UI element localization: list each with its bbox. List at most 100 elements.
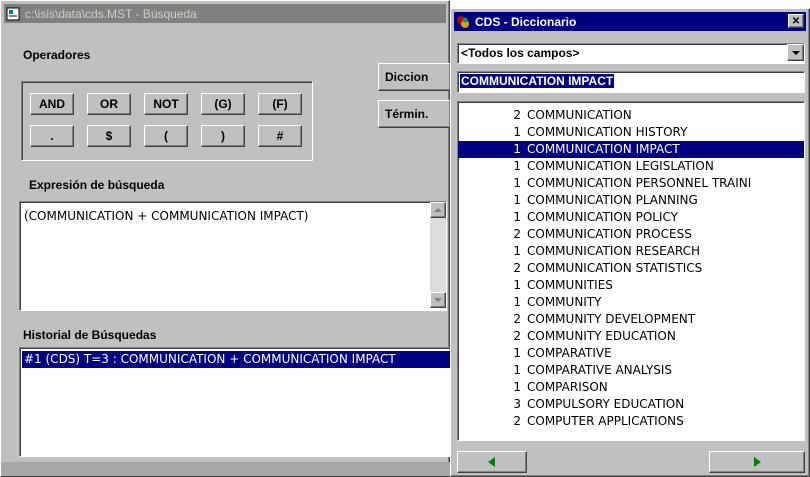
search-window: c:\isis\data\cds.MST - Búsqueda Operador… bbox=[0, 0, 451, 477]
term-text: COMMUNITIES bbox=[527, 278, 613, 292]
operator-and-button[interactable]: AND bbox=[30, 93, 74, 115]
dictionary-window-titlebar[interactable]: CDS - Diccionario ✕ bbox=[454, 12, 806, 31]
term-text: COMMUNICATION PROCESS bbox=[527, 227, 692, 241]
field-select-dropdown-button[interactable] bbox=[787, 44, 804, 61]
operator-close-paren-button[interactable]: ) bbox=[201, 125, 245, 147]
term-count: 1 bbox=[513, 244, 521, 258]
operators-group: AND OR NOT (G) (F) . $ ( ) # bbox=[21, 81, 313, 161]
expression-text: (COMMUNICATION + COMMUNICATION IMPACT) bbox=[24, 209, 309, 223]
close-button[interactable]: ✕ bbox=[788, 14, 804, 28]
terms-list[interactable]: 2 COMMUNICATION 1 COMMUNICATION HISTORY 1 COM… bbox=[457, 101, 805, 441]
term-row[interactable]: 2 COMMUNICATION PROCESS bbox=[458, 226, 804, 243]
term-count: 1 bbox=[513, 363, 521, 377]
term-row-selected[interactable]: 1 COMMUNICATION IMPACT bbox=[458, 141, 804, 158]
status-strip bbox=[1, 462, 451, 476]
search-window-titlebar[interactable]: c:\isis\data\cds.MST - Búsqueda bbox=[4, 4, 446, 23]
operator-dollar-button[interactable]: $ bbox=[87, 125, 131, 147]
history-label: Historial de Búsquedas bbox=[23, 328, 157, 342]
operator-hash-button[interactable]: # bbox=[258, 125, 302, 147]
term-row[interactable]: 1 COMPARATIVE ANALYSIS bbox=[458, 362, 804, 379]
history-item[interactable]: #1 (CDS) T=3 : COMMUNICATION + COMMUNICA… bbox=[22, 351, 450, 368]
arrow-left-icon bbox=[488, 457, 495, 467]
term-row[interactable]: 1 COMMUNITY bbox=[458, 294, 804, 311]
arrow-up-icon bbox=[434, 208, 442, 212]
term-row[interactable]: 1 COMMUNICATION HISTORY bbox=[458, 124, 804, 141]
term-row[interactable]: 2 COMMUNICATION STATISTICS bbox=[458, 260, 804, 277]
term-text: COMPARATIVE ANALYSIS bbox=[527, 363, 673, 377]
term-row[interactable]: 1 COMMUNICATION PLANNING bbox=[458, 192, 804, 209]
expression-field[interactable]: (COMMUNICATION + COMMUNICATION IMPACT) bbox=[19, 201, 447, 311]
field-select-value: <Todos los campos> bbox=[461, 46, 580, 60]
term-text: COMPARATIVE bbox=[527, 346, 612, 360]
expression-scrollbar[interactable] bbox=[430, 202, 446, 308]
term-count: 1 bbox=[513, 210, 521, 224]
term-row[interactable]: 2 COMMUNICATION bbox=[458, 107, 804, 124]
previous-button[interactable] bbox=[457, 451, 527, 473]
term-row[interactable]: 1 COMPARATIVE bbox=[458, 345, 804, 362]
term-row[interactable]: 2 COMMUNITY EDUCATION bbox=[458, 328, 804, 345]
term-text: COMPUTER APPLICATIONS bbox=[527, 414, 684, 428]
term-count: 1 bbox=[513, 346, 521, 360]
chevron-down-icon bbox=[791, 50, 800, 55]
term-row[interactable]: 1 COMMUNICATION LEGISLATION bbox=[458, 158, 804, 175]
search-window-title: c:\isis\data\cds.MST - Búsqueda bbox=[25, 6, 197, 21]
operator-not-button[interactable]: NOT bbox=[144, 93, 188, 115]
next-button[interactable] bbox=[709, 451, 805, 473]
term-count: 3 bbox=[513, 397, 521, 411]
term-row[interactable]: 1 COMMUNICATION POLICY bbox=[458, 209, 804, 226]
scroll-up-button[interactable] bbox=[430, 202, 446, 218]
term-row[interactable]: 2 COMMUNITY DEVELOPMENT bbox=[458, 311, 804, 328]
term-count: 1 bbox=[513, 380, 521, 394]
term-count: 2 bbox=[513, 227, 521, 241]
term-count: 2 bbox=[513, 312, 521, 326]
term-count: 2 bbox=[513, 329, 521, 343]
term-count: 1 bbox=[513, 142, 521, 156]
term-count: 1 bbox=[513, 193, 521, 207]
history-list[interactable]: #1 (CDS) T=3 : COMMUNICATION + COMMUNICA… bbox=[19, 347, 451, 457]
dictionary-window-title: CDS - Diccionario bbox=[475, 14, 577, 29]
document-icon bbox=[6, 7, 20, 20]
term-text: COMMUNICATION PERSONNEL TRAINI bbox=[527, 176, 752, 190]
expression-label: Expresión de búsqueda bbox=[29, 178, 165, 192]
scroll-down-button[interactable] bbox=[430, 292, 446, 308]
term-text: COMPARISON bbox=[527, 380, 608, 394]
term-text: COMMUNICATION bbox=[527, 108, 632, 122]
term-text: COMMUNICATION STATISTICS bbox=[527, 261, 703, 275]
term-text: COMMUNICATION IMPACT bbox=[527, 142, 680, 156]
terms-button[interactable]: Términ. bbox=[378, 100, 451, 128]
term-row[interactable]: 2 COMPUTER APPLICATIONS bbox=[458, 413, 804, 430]
term-text: COMMUNICATION LEGISLATION bbox=[527, 159, 714, 173]
term-text: COMPULSORY EDUCATION bbox=[527, 397, 685, 411]
arrow-right-icon bbox=[754, 457, 761, 467]
term-input-value: COMMUNICATION IMPACT bbox=[460, 74, 615, 88]
operator-f-button[interactable]: (F) bbox=[258, 93, 302, 115]
operators-label: Operadores bbox=[23, 48, 91, 62]
term-input[interactable]: COMMUNICATION IMPACT bbox=[457, 71, 805, 93]
operator-dot-button[interactable]: . bbox=[30, 125, 74, 147]
term-count: 2 bbox=[513, 414, 521, 428]
dictionary-window: CDS - Diccionario ✕ <Todos los campos> C… bbox=[450, 8, 810, 477]
term-count: 1 bbox=[513, 295, 521, 309]
term-text: COMMUNICATION RESEARCH bbox=[527, 244, 701, 258]
operator-open-paren-button[interactable]: ( bbox=[144, 125, 188, 147]
close-icon: ✕ bbox=[791, 15, 801, 27]
term-text: COMMUNICATION POLICY bbox=[527, 210, 678, 224]
term-row[interactable]: 3 COMPULSORY EDUCATION bbox=[458, 396, 804, 413]
operator-g-button[interactable]: (G) bbox=[201, 93, 245, 115]
term-count: 2 bbox=[513, 108, 521, 122]
term-count: 1 bbox=[513, 278, 521, 292]
dictionary-button[interactable]: Diccion bbox=[378, 63, 451, 91]
term-text: COMMUNITY DEVELOPMENT bbox=[527, 312, 696, 326]
term-row[interactable]: 1 COMMUNICATION PERSONNEL TRAINI bbox=[458, 175, 804, 192]
term-row[interactable]: 1 COMMUNICATION RESEARCH bbox=[458, 243, 804, 260]
field-select[interactable]: <Todos los campos> bbox=[457, 43, 805, 64]
term-count: 1 bbox=[513, 159, 521, 173]
term-text: COMMUNITY EDUCATION bbox=[527, 329, 676, 343]
term-text: COMMUNITY bbox=[527, 295, 602, 309]
term-count: 2 bbox=[513, 261, 521, 275]
operator-or-button[interactable]: OR bbox=[87, 93, 131, 115]
cds-app-icon bbox=[457, 15, 469, 28]
term-row[interactable]: 1 COMMUNITIES bbox=[458, 277, 804, 294]
arrow-down-icon bbox=[434, 298, 442, 302]
term-row[interactable]: 1 COMPARISON bbox=[458, 379, 804, 396]
